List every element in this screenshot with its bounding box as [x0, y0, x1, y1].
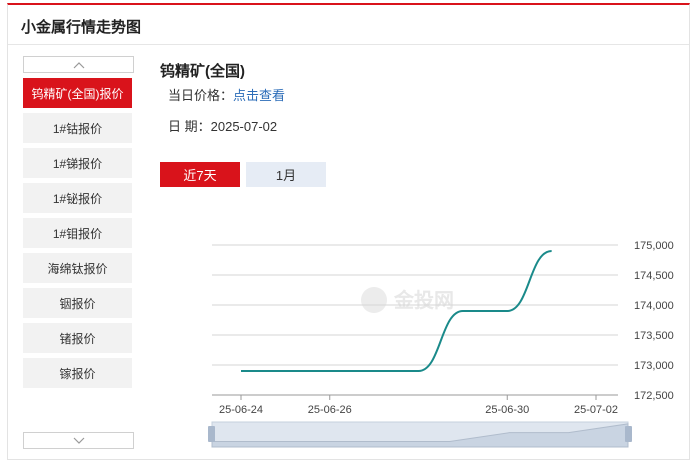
y-tick-label: 174,000 [634, 300, 674, 312]
date-value: 2025-07-02 [210, 119, 278, 134]
price-label: 当日价格： [168, 88, 234, 103]
scroll-up-button[interactable] [23, 56, 134, 73]
sidebar-item-bismuth[interactable]: 1#铋报价 [23, 183, 132, 213]
y-tick-label: 173,000 [634, 360, 674, 372]
zoom-handle-left[interactable] [208, 426, 215, 442]
price-link[interactable]: 点击查看 [233, 88, 285, 103]
tab-7-days[interactable]: 近7天 [160, 162, 240, 187]
watermark-text: 金投网 [393, 288, 454, 312]
date-row: 日 期：2025-07-02 [168, 116, 277, 135]
sidebar-item-germanium[interactable]: 锗报价 [23, 323, 132, 353]
watermark-logo-icon [361, 287, 387, 313]
zoom-handle-right[interactable] [625, 426, 632, 442]
tab-1-month[interactable]: 1月 [246, 162, 326, 187]
sidebar-item-titanium-sponge[interactable]: 海绵钛报价 [23, 253, 132, 283]
x-tick-label: 25-07-02 [574, 404, 618, 416]
sidebar-item-tungsten[interactable]: 钨精矿(全国)报价 [23, 78, 132, 108]
metal-sidebar: 钨精矿(全国)报价 1#钴报价 1#锑报价 1#铋报价 1#钼报价 海绵钛报价 … [23, 56, 134, 449]
widget-frame: 小金属行情走势图 钨精矿(全国)报价 1#钴报价 1#锑报价 1#铋报价 1#钼… [7, 3, 690, 460]
x-tick-label: 25-06-24 [219, 404, 263, 416]
y-tick-label: 174,500 [634, 270, 674, 282]
scroll-down-button[interactable] [23, 432, 134, 449]
sidebar-item-molybdenum[interactable]: 1#钼报价 [23, 218, 132, 248]
date-label: 日 期： [168, 119, 211, 134]
y-tick-label: 175,000 [634, 240, 674, 252]
chevron-down-icon [73, 437, 84, 444]
widget-title: 小金属行情走势图 [21, 19, 142, 36]
widget-header: 小金属行情走势图 [8, 5, 689, 45]
sidebar-item-gallium[interactable]: 镓报价 [23, 358, 132, 388]
sidebar-item-antimony[interactable]: 1#锑报价 [23, 148, 132, 178]
sidebar-item-cobalt[interactable]: 1#钴报价 [23, 113, 132, 143]
price-row: 当日价格：点击查看 [168, 85, 285, 104]
y-tick-label: 172,500 [634, 390, 674, 402]
x-tick-label: 25-06-26 [308, 404, 352, 416]
metal-title: 钨精矿(全国) [160, 63, 245, 80]
x-tick-label: 25-06-30 [485, 404, 529, 416]
y-tick-label: 173,500 [634, 330, 674, 342]
chevron-up-icon [73, 61, 84, 68]
sidebar-item-indium[interactable]: 铟报价 [23, 288, 132, 318]
watermark: 金投网 [361, 287, 454, 313]
